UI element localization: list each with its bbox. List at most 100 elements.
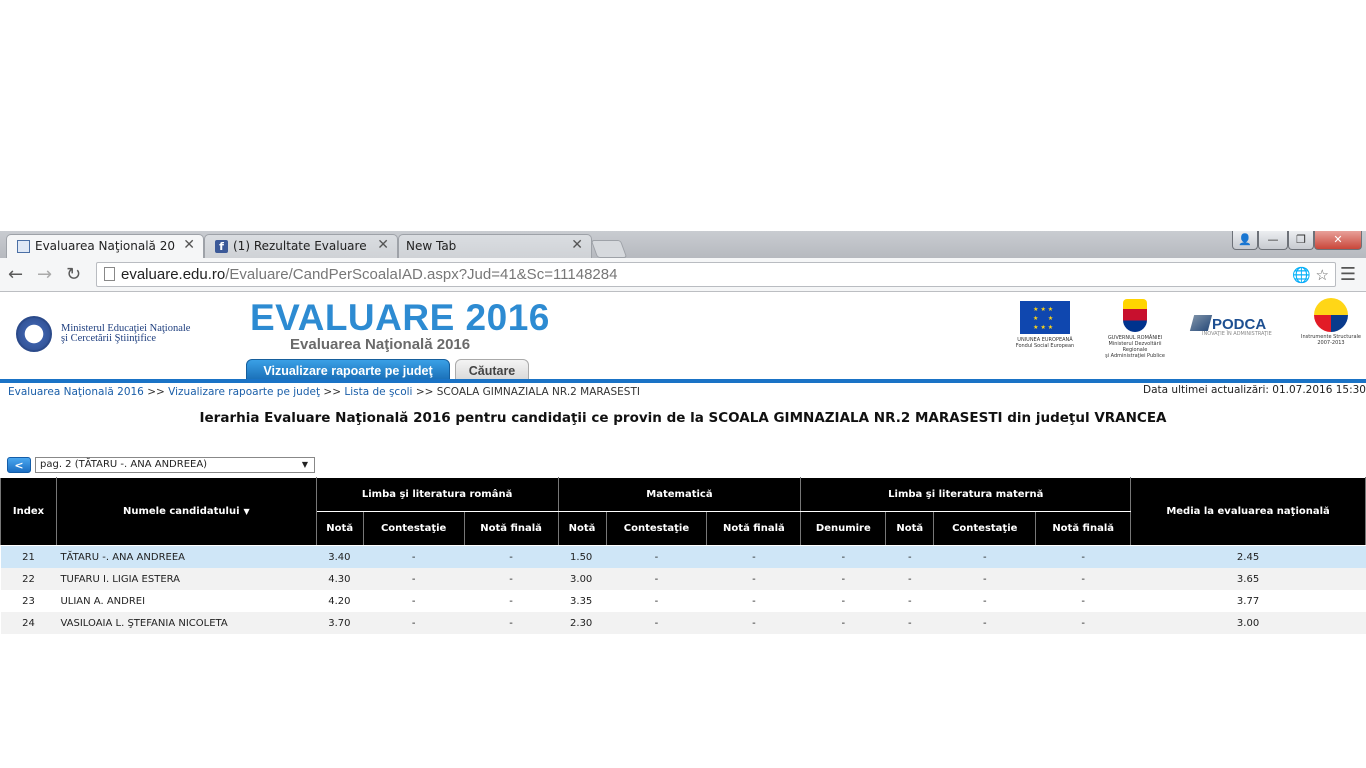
reload-icon[interactable]: ↻: [66, 264, 81, 285]
tab-vizualizare-rapoarte[interactable]: Vizualizare rapoarte pe judeţ: [246, 359, 450, 381]
header-nota: Notă: [885, 511, 935, 546]
tab-evaluarea[interactable]: Evaluarea Naţională 2016 ✕: [6, 234, 204, 258]
cell-index: 24: [0, 612, 57, 634]
window-close-icon[interactable]: ✕: [1314, 231, 1362, 250]
instrumente-structurale-logo: Instrumente Structurale 2007-2013: [1300, 298, 1362, 346]
government-logo: GUVERNUL ROMÂNIEI Ministerul Dezvoltării…: [1098, 299, 1172, 359]
tab-new-tab[interactable]: New Tab ✕: [398, 234, 592, 258]
tab-label: (1) Rezultate Evaluare Naţ: [233, 239, 371, 253]
table-row[interactable]: 23 ULIAN A. ANDREI 4.20- -3.35- - - - - -3.77: [0, 590, 1366, 612]
cell-materna-nota: -: [885, 568, 934, 590]
header-nota: Notă: [557, 511, 607, 546]
table-row[interactable]: 24 VASILOAIA L. ŞTEFANIA NICOLETA 3.70- -2.…: [0, 612, 1366, 634]
cell-materna-contestatie: -: [933, 568, 1036, 590]
header-media: Media la evaluarea naţională: [1130, 477, 1366, 546]
header-denumire: Denumire: [800, 511, 887, 546]
url-text[interactable]: evaluare.edu.ro/Evaluare/CandPerScoalaIA…: [121, 266, 617, 283]
restore-icon[interactable]: ❐: [1288, 231, 1314, 250]
close-icon[interactable]: ✕: [377, 237, 389, 253]
cell-materna-nota: -: [885, 545, 934, 568]
cell-mate-contestatie: -: [606, 545, 707, 568]
site-header: Ministerul Educaţiei Naţionale şi Cercet…: [0, 293, 1366, 383]
structural-instruments-icon: [1314, 298, 1348, 332]
menu-icon[interactable]: ☰: [1340, 264, 1356, 285]
tab-facebook[interactable]: f (1) Rezultate Evaluare Naţ ✕: [204, 234, 398, 258]
page-icon: [104, 267, 115, 281]
header-nota-finala: Notă finală: [706, 511, 802, 546]
ministry-crest-icon: [16, 316, 52, 352]
cell-romana-contestatie: -: [363, 568, 465, 590]
cell-romana-contestatie: -: [363, 590, 465, 612]
cell-media: 2.45: [1130, 545, 1366, 568]
back-arrow-icon[interactable]: ←: [8, 264, 23, 285]
user-icon[interactable]: 👤: [1232, 231, 1258, 250]
last-update-text: Data ultimei actualizări: 01.07.2016 15:…: [1143, 384, 1366, 396]
previous-page-button[interactable]: <: [7, 457, 31, 473]
cell-materna-denumire: -: [800, 545, 886, 568]
header-group-matematica: Matematică: [557, 477, 802, 512]
cell-mate-nota: 3.00: [558, 568, 606, 590]
page-select[interactable]: pag. 2 (TĂTARU -. ANA ANDREEA) ▼: [35, 457, 315, 473]
header-index: Index: [0, 477, 57, 546]
breadcrumb-link-home[interactable]: Evaluarea Naţională 2016: [8, 386, 144, 398]
breadcrumb: Evaluarea Naţională 2016 >> Vizualizare …: [8, 386, 640, 398]
header-nota-finala: Notă finală: [1035, 511, 1132, 546]
cell-mate-nota-finala: -: [706, 612, 801, 634]
header-contestatie: Contestaţie: [605, 511, 708, 546]
cell-mate-contestatie: -: [606, 590, 707, 612]
cell-name: TĂTARU -. ANA ANDREEA: [56, 545, 317, 568]
header-contestatie: Contestaţie: [362, 511, 465, 546]
cell-media: 3.65: [1130, 568, 1366, 590]
browser-toolbar: ← → ↻ evaluare.edu.ro/Evaluare/CandPerSc…: [0, 258, 1366, 292]
header-name[interactable]: Numele candidatului ▼: [55, 477, 317, 546]
cell-mate-contestatie: -: [606, 568, 707, 590]
cell-romana-nota-finala: -: [464, 545, 559, 568]
cell-materna-nota-finala: -: [1035, 568, 1131, 590]
translate-icon[interactable]: 🌐: [1292, 266, 1311, 284]
cell-name: ULIAN A. ANDREI: [56, 590, 317, 612]
sort-down-icon: ▼: [243, 507, 250, 516]
cell-materna-contestatie: -: [933, 612, 1036, 634]
cell-romana-nota-finala: -: [464, 590, 559, 612]
cell-name: VASILOAIA L. ŞTEFANIA NICOLETA: [56, 612, 317, 634]
page-title: Ierarhia Evaluare Naţională 2016 pentru …: [199, 410, 1167, 426]
cell-mate-nota: 2.30: [558, 612, 606, 634]
star-icon[interactable]: ☆: [1316, 266, 1329, 284]
facebook-icon: f: [215, 240, 228, 253]
cell-media: 3.77: [1130, 590, 1366, 612]
new-tab-button[interactable]: [590, 240, 628, 258]
tab-label: New Tab: [406, 239, 457, 253]
address-bar[interactable]: evaluare.edu.ro/Evaluare/CandPerScoalaIA…: [96, 262, 1336, 287]
cell-index: 21: [0, 545, 57, 568]
results-table: Index Numele candidatului ▼ Limba şi lite…: [0, 477, 1366, 634]
cell-mate-contestatie: -: [606, 612, 707, 634]
cell-media: 3.00: [1130, 612, 1366, 634]
page-favicon-icon: [17, 240, 30, 253]
tab-label: Evaluarea Naţională 2016: [35, 239, 175, 253]
cell-mate-nota-finala: -: [706, 590, 801, 612]
brand-subtitle: Evaluarea Naţională 2016: [290, 336, 471, 353]
cell-romana-nota-finala: -: [464, 612, 559, 634]
tab-strip: Evaluarea Naţională 2016 ✕ f (1) Rezulta…: [0, 231, 1366, 258]
table-row[interactable]: 21 TĂTARU -. ANA ANDREEA 3.40- -1.50- - - - - -2…: [0, 545, 1366, 568]
cell-materna-nota: -: [885, 590, 934, 612]
brand-title: EVALUARE 2016: [250, 297, 550, 338]
breadcrumb-link-scoli[interactable]: Lista de şcoli: [344, 386, 412, 398]
table-row[interactable]: 22 TUFARU I. LIGIA ESTERA 4.30- -3.00- - - - - -…: [0, 568, 1366, 590]
cell-mate-nota: 3.35: [558, 590, 606, 612]
cell-romana-nota: 3.40: [316, 545, 364, 568]
cell-name: TUFARU I. LIGIA ESTERA: [56, 568, 317, 590]
header-contestatie: Contestaţie: [933, 511, 1037, 546]
close-icon[interactable]: ✕: [183, 237, 195, 253]
minimize-icon[interactable]: —: [1258, 231, 1288, 250]
tab-cautare[interactable]: Căutare: [455, 359, 529, 381]
header-group-materna: Limba şi literatura maternă: [800, 477, 1132, 512]
cell-romana-nota: 4.30: [316, 568, 364, 590]
cell-materna-denumire: -: [800, 590, 886, 612]
close-icon[interactable]: ✕: [571, 237, 583, 253]
forward-arrow-icon[interactable]: →: [37, 264, 52, 285]
breadcrumb-link-rapoarte[interactable]: Vizualizare rapoarte pe judeţ: [168, 386, 320, 398]
cell-materna-contestatie: -: [933, 590, 1036, 612]
cell-materna-contestatie: -: [933, 545, 1036, 568]
browser-window: Evaluarea Naţională 2016 ✕ f (1) Rezulta…: [0, 231, 1366, 638]
